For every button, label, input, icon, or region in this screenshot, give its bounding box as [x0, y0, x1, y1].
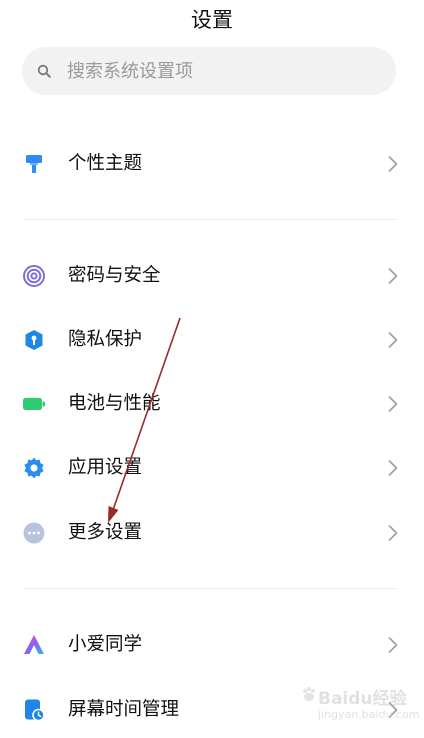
- settings-item-label: 隐私保护: [68, 329, 143, 350]
- settings-item-label: 屏幕时间管理: [68, 699, 180, 720]
- settings-item-battery-performance[interactable]: 电池与性能: [0, 376, 424, 432]
- gear-icon: [24, 457, 44, 479]
- settings-item-app-settings[interactable]: 应用设置: [0, 440, 424, 496]
- settings-item-label: 更多设置: [68, 522, 143, 543]
- settings-item-label: 个性主题: [68, 153, 143, 174]
- settings-item-more-settings[interactable]: 更多设置: [0, 505, 424, 561]
- search-input[interactable]: [67, 47, 367, 95]
- chevron-right-icon: [388, 156, 398, 172]
- fingerprint-target-icon: [23, 265, 45, 287]
- settings-item-password-security[interactable]: 密码与安全: [0, 248, 424, 304]
- chevron-right-icon: [388, 525, 398, 541]
- watermark-text: Baidu经验: [318, 689, 407, 709]
- chevron-right-icon: [388, 460, 398, 476]
- settings-item-label: 小爱同学: [68, 634, 143, 655]
- chevron-right-icon: [388, 637, 398, 653]
- settings-item-xiaoai[interactable]: 小爱同学: [0, 617, 424, 673]
- chevron-right-icon: [388, 396, 398, 412]
- baidu-watermark-logo: Baidu经验 jingyan.baidu.com: [300, 680, 420, 732]
- watermark-subtext: jingyan.baidu.com: [318, 708, 420, 721]
- paw-icon: [303, 687, 315, 701]
- settings-item-label: 电池与性能: [68, 393, 161, 414]
- page-title: 设置: [191, 8, 233, 32]
- section-divider: [24, 588, 398, 589]
- settings-item-label: 应用设置: [68, 457, 143, 478]
- chevron-right-icon: [388, 332, 398, 348]
- shield-icon: [25, 330, 43, 350]
- section-divider: [24, 219, 398, 220]
- settings-item-label: 密码与安全: [68, 265, 161, 286]
- battery-icon: [23, 398, 45, 410]
- paint-roller-icon: [26, 155, 42, 173]
- more-dots-icon: [23, 522, 45, 544]
- settings-page: 设置 个性主题 密码与安全: [0, 0, 424, 738]
- search-bar[interactable]: [22, 47, 396, 95]
- screen-time-icon: [25, 699, 45, 722]
- chevron-right-icon: [388, 268, 398, 284]
- xiaoai-icon: [24, 635, 44, 654]
- search-icon: [37, 64, 51, 78]
- settings-item-privacy[interactable]: 隐私保护: [0, 312, 424, 368]
- settings-item-personal-theme[interactable]: 个性主题: [0, 136, 424, 192]
